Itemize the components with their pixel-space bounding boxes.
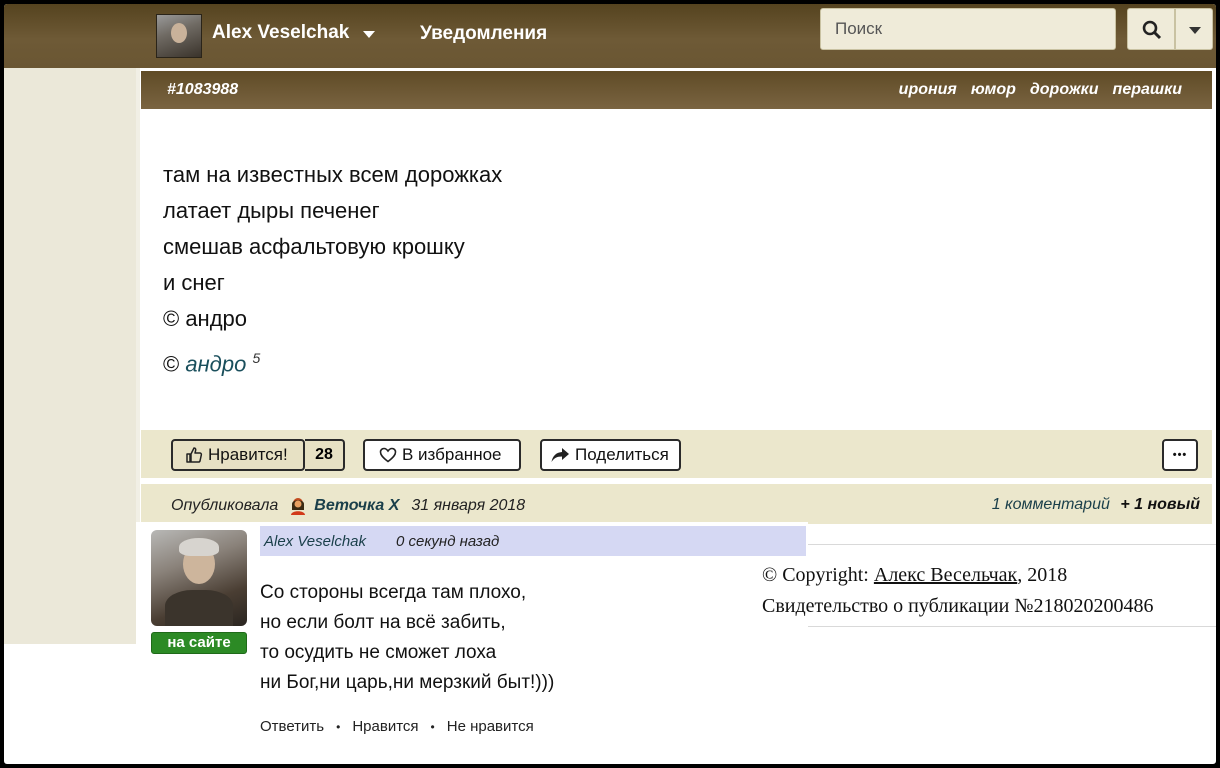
comment-text: Со стороны всегда там плохо, но если бол… <box>260 578 554 698</box>
copyright-author-link[interactable]: Алекс Весельчак <box>874 564 1017 586</box>
user-menu-name[interactable]: Alex Veselchak <box>212 22 349 44</box>
divider <box>808 626 1216 627</box>
search-input[interactable] <box>820 8 1116 50</box>
more-options-button[interactable]: ••• <box>1162 439 1198 471</box>
post-header: #1083988 ирония юмор дорожки перашки <box>141 71 1212 109</box>
like-label: Нравится! <box>208 445 288 464</box>
chevron-down-icon[interactable] <box>363 31 375 38</box>
comments-info: 1 комментарий + 1 новый <box>992 496 1200 514</box>
separator: • <box>336 719 341 734</box>
commenter-name[interactable]: Alex Veselchak <box>264 533 366 550</box>
post-line: и снег <box>163 270 225 295</box>
post-actions-bar: Нравится! 28 В избранное Поделиться ••• <box>141 430 1212 478</box>
like-count: 28 <box>305 439 345 471</box>
post-line: латает дыры печенег <box>163 198 380 223</box>
publisher-link[interactable]: Веточка Х <box>314 497 399 515</box>
copyright-block: © Copyright: Алекс Весельчак, 2018 Свиде… <box>762 560 1153 622</box>
post-line: там на известных всем дорожках <box>163 162 503 187</box>
comment-line: ни Бог,ни царь,ни мерзкий быт!))) <box>260 672 555 693</box>
publish-date: 31 января 2018 <box>411 497 526 514</box>
divider <box>808 544 1216 545</box>
new-comments-badge[interactable]: + 1 новый <box>1120 496 1200 513</box>
copyright-year: , 2018 <box>1017 564 1068 586</box>
author-link[interactable]: андро <box>185 351 246 376</box>
top-navbar: Alex Veselchak Уведомления <box>4 4 1216 68</box>
post-meta: Опубликовала Веточка Х 31 января 2018 1 … <box>141 484 1212 524</box>
tag-link[interactable]: перашки <box>1113 81 1182 99</box>
user-avatar[interactable] <box>156 14 202 58</box>
post-tags: ирония юмор дорожки перашки <box>899 81 1182 99</box>
post-text: там на известных всем дорожках латает ды… <box>163 157 502 337</box>
like-button[interactable]: Нравится! <box>171 439 305 471</box>
heart-icon <box>379 447 397 463</box>
favorite-label: В избранное <box>402 445 502 464</box>
notifications-link[interactable]: Уведомления <box>420 23 547 45</box>
share-button[interactable]: Поделиться <box>540 439 681 471</box>
comment-actions: Ответить • Нравится • Не нравится <box>260 718 534 735</box>
post-author: © андро 5 <box>163 350 260 377</box>
tag-link[interactable]: юмор <box>971 81 1016 99</box>
post-line: © андро <box>163 306 248 331</box>
copyright-sign: © <box>163 351 180 377</box>
chevron-down-icon <box>1189 27 1201 34</box>
more-icon: ••• <box>1172 449 1188 461</box>
page-frame: Alex Veselchak Уведомления #1083988 ирон… <box>4 4 1216 764</box>
publish-info: Опубликовала Веточка Х 31 января 2018 <box>171 496 525 516</box>
comment-dislike-link[interactable]: Не нравится <box>447 718 534 735</box>
tag-link[interactable]: дорожки <box>1030 81 1099 99</box>
comment-line: Со стороны всегда там плохо, <box>260 582 527 603</box>
thumbs-up-icon <box>186 447 203 463</box>
published-label: Опубликовала <box>171 497 279 514</box>
online-status-badge: на сайте <box>151 632 247 654</box>
comment-header: Alex Veselchak 0 секунд назад <box>260 526 806 556</box>
copyright-prefix: © Copyright: <box>762 564 869 586</box>
tag-link[interactable]: ирония <box>899 81 957 99</box>
search-button[interactable] <box>1127 8 1175 50</box>
separator: • <box>430 719 435 734</box>
search-options-button[interactable] <box>1175 8 1213 50</box>
reply-link[interactable]: Ответить <box>260 718 324 735</box>
post-line: смешав асфальтовую крошку <box>163 234 465 259</box>
author-rating: 5 <box>252 350 261 366</box>
favorite-button[interactable]: В избранное <box>363 439 521 471</box>
comment-line: но если болт на всё забить, <box>260 612 506 633</box>
female-author-icon <box>291 498 306 515</box>
comment-time: 0 секунд назад <box>396 533 500 550</box>
post-id[interactable]: #1083988 <box>167 81 238 99</box>
share-label: Поделиться <box>575 445 669 464</box>
comment-line: то осудить не сможет лоха <box>260 642 497 663</box>
commenter-avatar[interactable] <box>151 530 247 626</box>
comment: на сайте Alex Veselchak 0 секунд назад С… <box>136 522 808 744</box>
comment-like-link[interactable]: Нравится <box>352 718 418 735</box>
publication-certificate[interactable]: Свидетельство о публикации №218020200486 <box>762 591 1153 622</box>
left-sidebar-bg <box>4 68 136 644</box>
share-arrow-icon <box>551 448 569 462</box>
search-icon <box>1142 20 1162 40</box>
comments-link[interactable]: 1 комментарий <box>992 496 1110 513</box>
